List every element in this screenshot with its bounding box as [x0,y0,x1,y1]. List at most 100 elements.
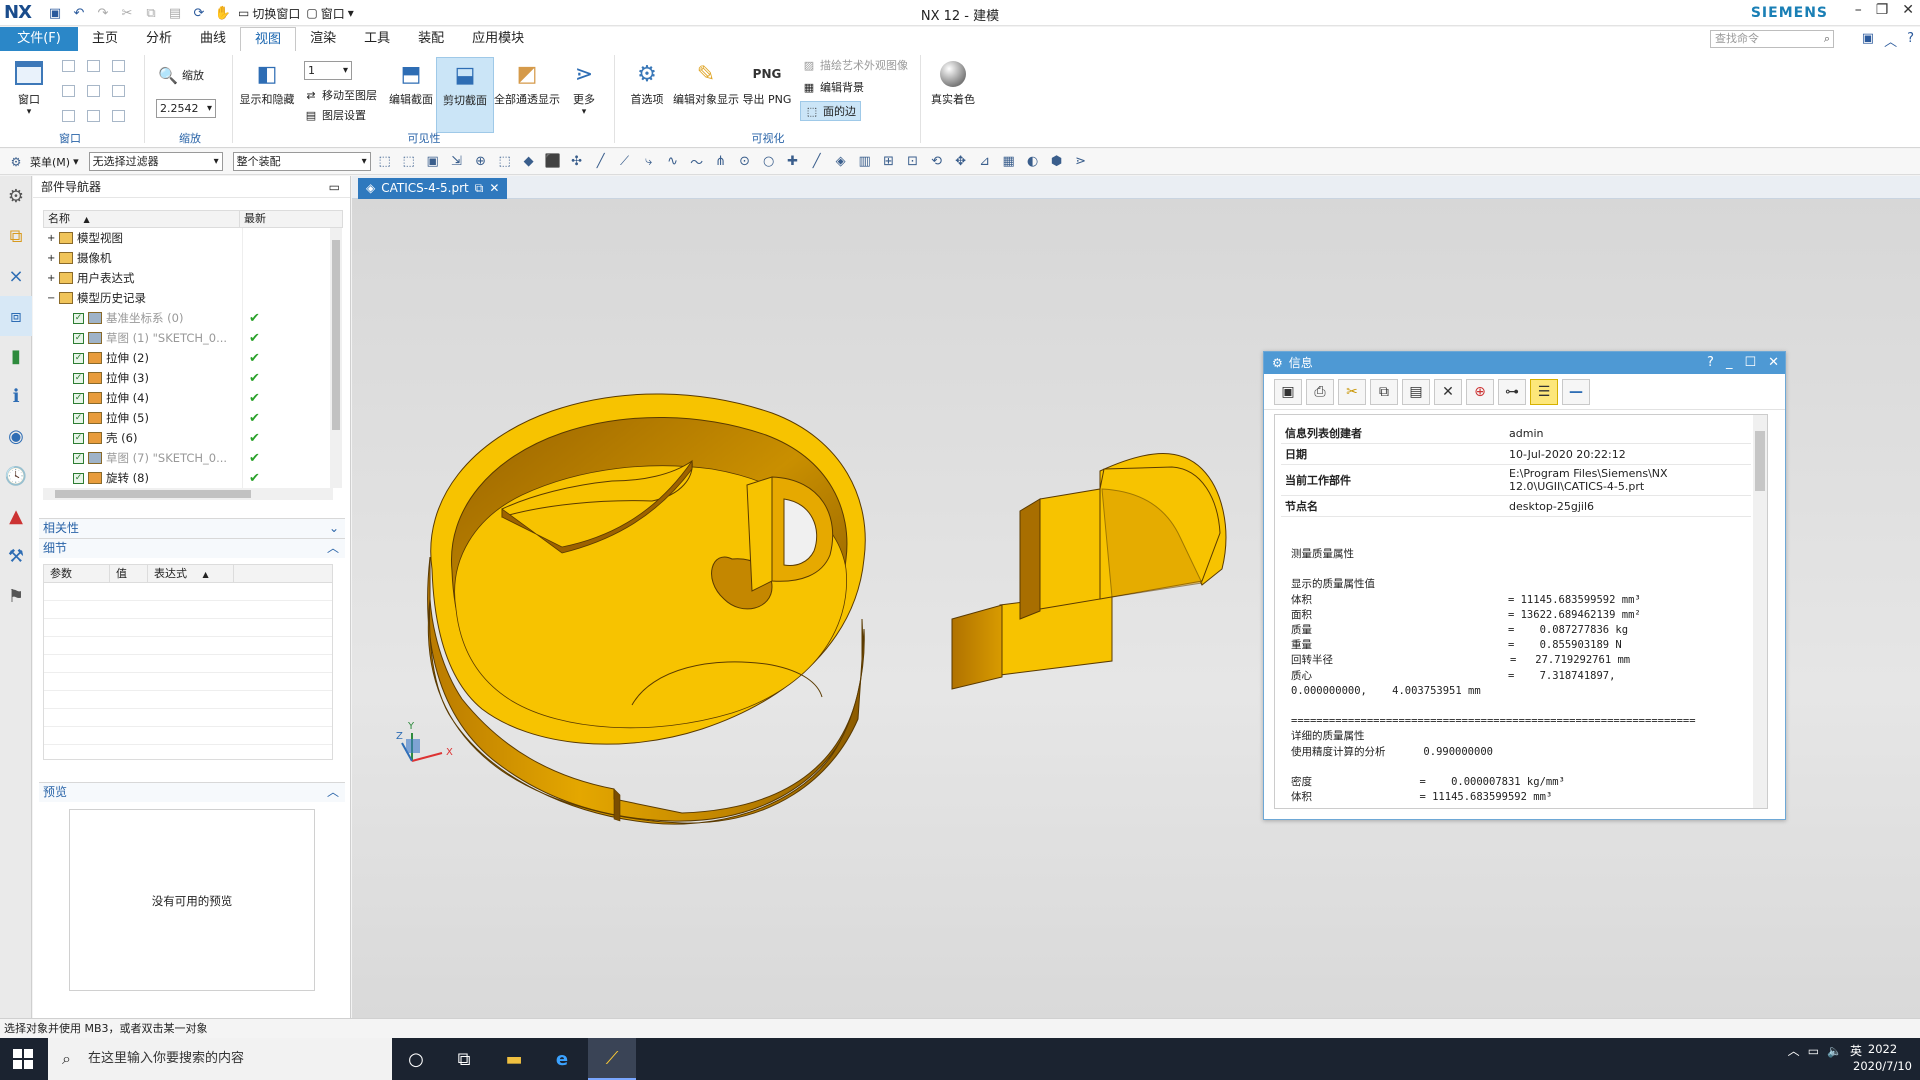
layout-cell-icon[interactable] [62,60,75,72]
cortana-icon[interactable]: ○ [392,1038,440,1080]
tree-row[interactable]: ✓ 拉伸 (5) ✔ [43,408,333,428]
display-mode-icon[interactable]: ▦ [999,152,1019,172]
tree-row[interactable]: ✓ 拉伸 (2) ✔ [43,348,333,368]
edge-browser-icon[interactable]: e [538,1038,586,1080]
center-point-icon[interactable]: ⊙ [735,152,755,172]
edit-section-button[interactable]: ⬒ 编辑截面 [382,57,440,107]
part-file-tab[interactable]: ◈ CATICS-4-5.prt ⧉ ✕ [358,178,508,199]
dialog-title-bar[interactable]: ⚙ 信息 ? _ ☐ ✕ [1264,352,1785,374]
menu-button[interactable]: 菜单(M) ▾ [30,154,79,170]
minimize-icon[interactable]: – [1855,2,1862,18]
plus-icon[interactable]: ✚ [783,152,803,172]
copy-icon[interactable]: ⧉ [142,4,160,22]
save-icon[interactable]: ▣ [46,4,64,22]
save-icon[interactable]: ▣ [1274,378,1302,405]
expand-icon[interactable]: + [47,273,55,284]
nx-app-icon[interactable]: ⟋ [588,1038,636,1080]
touch-mode-icon[interactable]: ✋ [214,4,232,22]
shading-icon[interactable]: ◐ [1023,152,1043,172]
handle-feature[interactable] [951,453,1227,690]
layout-cell-icon[interactable] [62,85,75,97]
gear-icon[interactable]: ⚙ [6,152,26,172]
surface-icon[interactable]: ◈ [831,152,851,172]
select-feature-icon[interactable]: ⊕ [471,152,491,172]
paste-icon[interactable]: ▤ [166,4,184,22]
network-icon[interactable]: ▭ [1808,1044,1819,1058]
feature-checkbox[interactable]: ✓ [73,332,84,344]
collapse-icon[interactable]: − [47,293,55,304]
export-png-button[interactable]: PNG 导出 PNG [738,57,796,107]
close-tab-icon[interactable]: ✕ [489,178,499,199]
history-icon[interactable]: 🕓 [0,456,32,496]
value-column-header[interactable]: 值 [110,565,148,582]
minimize-icon[interactable]: _ [1726,352,1733,374]
show-hide-button[interactable]: ◧ 显示和隐藏 [238,57,296,107]
copy-icon[interactable]: ⧉ [1370,378,1398,405]
paste-icon[interactable]: ▤ [1402,378,1430,405]
window-layout-icon[interactable]: ▣ [1862,31,1874,50]
find-icon[interactable]: ⊕ [1466,378,1494,405]
tree-row[interactable]: ✓ 拉伸 (3) ✔ [43,368,333,388]
curve-icon[interactable]: ⤷ [639,152,659,172]
constraint-navigator-icon[interactable]: ⨯ [0,256,32,296]
cut-icon[interactable]: ✂ [1338,378,1366,405]
hd3d-tools-icon[interactable]: ℹ [0,376,32,416]
slash-icon[interactable]: ╱ [807,152,827,172]
tree-row[interactable]: ✓ 草图 (1) "SKETCH_0... ✔ [43,328,333,348]
all-pass-display-button[interactable]: ◩ 全部通透显示 [492,57,562,107]
select-icon[interactable]: ⬚ [375,152,395,172]
reuse-library-icon[interactable]: ▮ [0,336,32,376]
artistic-appearance-button[interactable]: ▨ 描绘艺术外观图像 [802,57,908,73]
process-studio-icon[interactable]: ⚒ [0,536,32,576]
edit-object-display-button[interactable]: ✎ 编辑对象显示 [666,57,746,107]
feature-checkbox[interactable]: ✓ [73,452,84,464]
scroll-thumb[interactable] [1755,431,1765,491]
layers-icon[interactable]: ▥ [855,152,875,172]
feature-checkbox[interactable]: ✓ [73,352,84,364]
tree-vertical-scrollbar[interactable] [330,228,342,488]
clip-section-button[interactable]: ⬓ 剪切截面 [436,57,494,133]
tab-analysis[interactable]: 分析 [132,27,186,51]
chevron-up-icon[interactable]: ︿ [1788,1042,1800,1059]
window-menu-button[interactable]: ▢ 窗口 ▾ [306,5,353,22]
intersection-icon[interactable]: ⋔ [711,152,731,172]
name-column-header[interactable]: 名称 ▲ [44,211,240,227]
close-icon[interactable]: ✕ [1768,352,1779,374]
tab-home[interactable]: 主页 [78,27,132,51]
tree-row[interactable]: ✓ 壳 (6) ✔ [43,428,333,448]
tree-row[interactable]: ✓ 草图 (7) "SKETCH_0... ✔ [43,448,333,468]
maximize-icon[interactable]: ☐ [1744,352,1756,374]
tree-horizontal-scrollbar[interactable] [43,488,333,500]
rotate-icon[interactable]: ⟲ [927,152,947,172]
assembly-scope-select[interactable]: 整个装配 [232,152,371,171]
taskbar-search-input[interactable]: ⌕ 在这里输入你要搜索的内容 [48,1038,392,1080]
web-browser-icon[interactable]: ◉ [0,416,32,456]
snap-icon[interactable]: ⇲ [447,152,467,172]
details-panel-header[interactable]: 细节 ︿ [39,538,345,558]
tab-assembly[interactable]: 装配 [404,27,458,51]
tab-tools[interactable]: 工具 [350,27,404,51]
spline-icon[interactable]: ∿ [663,152,683,172]
tree-row[interactable]: + 模型视图 [43,228,333,248]
expression-column-header[interactable]: 表达式 ▲ [148,565,234,582]
switch-window-button[interactable]: ▭ 切换窗口 [238,5,300,22]
delete-icon[interactable]: ✕ [1434,378,1462,405]
tree-row[interactable]: ✓ 旋转 (8) ✔ [43,468,333,488]
solid-body-icon[interactable]: ◆ [519,152,539,172]
task-view-icon[interactable]: ⧉ [440,1038,488,1080]
assembly-navigator-icon[interactable]: ⧉ [0,216,32,256]
line-icon[interactable]: ╱ [591,152,611,172]
cube-icon[interactable]: ⬛ [543,152,563,172]
expand-icon[interactable]: + [47,233,55,244]
move-to-layer-button[interactable]: ⇄ 移动至图层 [304,87,377,103]
cut-icon[interactable]: ✂ [118,4,136,22]
feature-checkbox[interactable]: ✓ [73,392,84,404]
latest-column-header[interactable]: 最新 [240,211,266,227]
tab-view[interactable]: 视图 [240,27,297,51]
zoom-scale-input[interactable]: 2.2542 [156,99,216,118]
tab-application[interactable]: 应用模块 [458,27,538,51]
layout-cell-icon[interactable] [87,60,100,72]
file-menu-tab[interactable]: 文件(F) [0,27,78,51]
selection-filter-select[interactable]: 无选择过滤器 [88,152,223,171]
tree-row[interactable]: ✓ 基准坐标系 (0) ✔ [43,308,333,328]
